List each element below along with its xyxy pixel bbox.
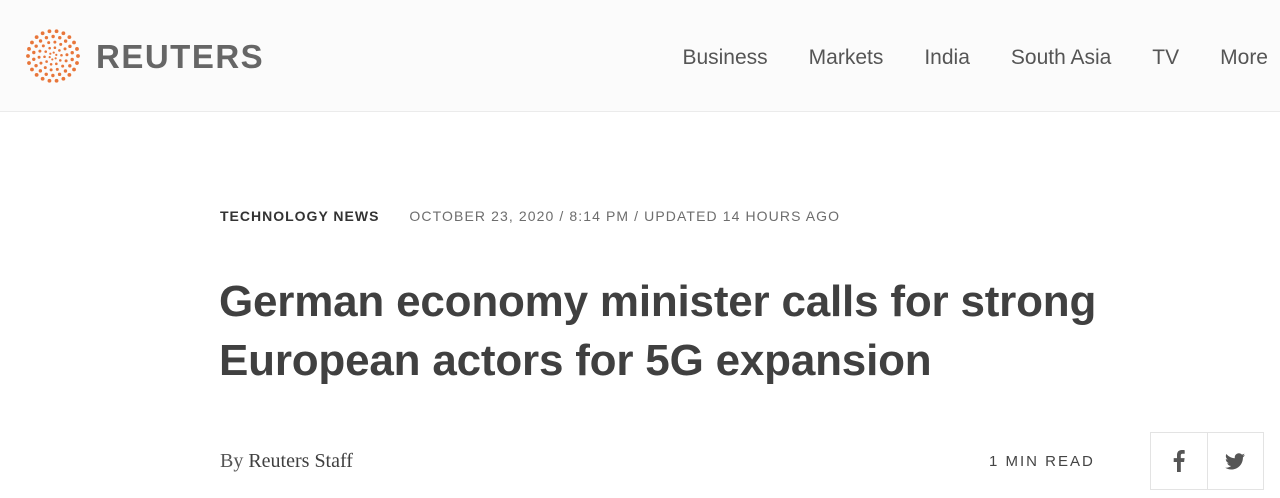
logo-dot bbox=[27, 47, 31, 51]
logo-dot bbox=[48, 56, 51, 59]
logo-dot bbox=[43, 55, 46, 59]
logo-dot bbox=[76, 54, 80, 58]
nav-item-markets[interactable]: Markets bbox=[809, 44, 884, 72]
logo-dot bbox=[47, 78, 52, 83]
logo-dot bbox=[51, 34, 55, 39]
logo-dot bbox=[59, 42, 63, 46]
logo-dot bbox=[51, 58, 54, 61]
byline-prefix: By bbox=[220, 450, 244, 472]
logo-dot bbox=[32, 50, 36, 55]
logo-dot bbox=[67, 72, 72, 77]
logo-dot bbox=[44, 35, 49, 40]
share-buttons bbox=[1150, 432, 1264, 490]
logo-dot bbox=[49, 68, 53, 72]
logo-dot bbox=[57, 72, 62, 77]
logo-dot bbox=[44, 72, 48, 76]
facebook-share-button[interactable] bbox=[1151, 433, 1207, 489]
logo-dot bbox=[54, 78, 59, 83]
article-headline: German economy minister calls for strong… bbox=[219, 277, 1097, 385]
logo-dot bbox=[38, 69, 43, 73]
logo-dot bbox=[34, 72, 39, 77]
section-label[interactable]: TECHNOLOGY NEWS bbox=[220, 208, 379, 224]
logo-dot bbox=[58, 59, 62, 62]
logo-dot bbox=[55, 67, 59, 71]
logo-dot bbox=[68, 44, 72, 49]
logo-dot bbox=[67, 35, 72, 40]
logo-dot bbox=[49, 62, 53, 66]
logo-dot bbox=[30, 67, 34, 72]
facebook-icon bbox=[1173, 450, 1185, 472]
logo-dot bbox=[34, 63, 38, 68]
nav-item-business[interactable]: Business bbox=[682, 44, 767, 72]
logo-dot bbox=[54, 29, 59, 34]
logo-dot bbox=[38, 49, 42, 53]
logo-dot bbox=[41, 44, 45, 48]
logo-dot bbox=[49, 52, 52, 55]
logo-dot bbox=[70, 51, 74, 55]
logo-dot bbox=[27, 61, 31, 65]
logo-dot bbox=[48, 46, 51, 50]
site-header: REUTERS Business Markets India South Asi… bbox=[0, 0, 1280, 112]
nav-item-india[interactable]: India bbox=[924, 44, 970, 72]
logo-dot bbox=[37, 55, 41, 59]
logo-dot bbox=[72, 40, 76, 45]
byline-author[interactable]: Reuters Staff bbox=[248, 450, 353, 472]
logo-dot bbox=[43, 66, 47, 70]
logo-dot bbox=[58, 36, 62, 40]
article-dateline: OCTOBER 23, 2020 / 8:14 PM / UPDATED 14 … bbox=[409, 208, 841, 224]
logo-dot bbox=[75, 61, 79, 65]
twitter-share-button[interactable] bbox=[1206, 433, 1264, 489]
logo-dot bbox=[47, 29, 52, 34]
nav-item-south-asia[interactable]: South Asia bbox=[1011, 44, 1111, 72]
logo-dot bbox=[63, 69, 68, 73]
logo-dot bbox=[55, 62, 58, 66]
logo-dot bbox=[72, 67, 76, 72]
logo-dot bbox=[34, 44, 38, 48]
logo-dot bbox=[61, 64, 65, 68]
logo-dot bbox=[63, 47, 67, 51]
logo-dot bbox=[61, 76, 66, 81]
read-time: 1 MIN READ bbox=[989, 453, 1095, 470]
logo-dot bbox=[64, 59, 68, 63]
logo-dot bbox=[51, 73, 55, 78]
logo-dot bbox=[65, 53, 69, 57]
logo-dot bbox=[58, 49, 61, 52]
logo-dot bbox=[61, 31, 66, 36]
logo-dot bbox=[44, 50, 48, 53]
logo-dot bbox=[38, 39, 43, 43]
main-nav: Business Markets India South Asia TV Mor… bbox=[682, 44, 1268, 72]
nav-item-more[interactable]: More bbox=[1220, 44, 1268, 72]
reuters-logo[interactable]: REUTERS bbox=[24, 29, 264, 83]
reuters-dot-circle-icon bbox=[26, 29, 80, 83]
logo-dot bbox=[68, 64, 72, 68]
logo-dot bbox=[34, 35, 39, 40]
logo-dot bbox=[52, 51, 55, 54]
logo-dot bbox=[30, 40, 34, 45]
logo-dot bbox=[40, 31, 45, 36]
logo-dot bbox=[63, 39, 68, 43]
nav-item-tv[interactable]: TV bbox=[1152, 44, 1179, 72]
logo-dot bbox=[26, 54, 30, 58]
logo-dot bbox=[32, 57, 36, 61]
logo-dot bbox=[55, 53, 58, 56]
logo-dot bbox=[39, 61, 43, 65]
twitter-icon bbox=[1225, 452, 1246, 469]
logo-dot bbox=[53, 46, 57, 50]
logo-dot bbox=[40, 76, 45, 81]
logo-dot bbox=[53, 40, 57, 44]
article-meta: TECHNOLOGY NEWS OCTOBER 23, 2020 / 8:14 … bbox=[220, 208, 840, 224]
logo-dot bbox=[47, 41, 51, 45]
logo-wordmark: REUTERS bbox=[96, 37, 265, 75]
byline: By Reuters Staff bbox=[220, 450, 353, 473]
logo-dot bbox=[54, 57, 57, 60]
logo-dot bbox=[75, 47, 79, 51]
logo-dot bbox=[60, 53, 63, 57]
logo-dot bbox=[70, 57, 74, 62]
logo-dot bbox=[45, 60, 48, 63]
